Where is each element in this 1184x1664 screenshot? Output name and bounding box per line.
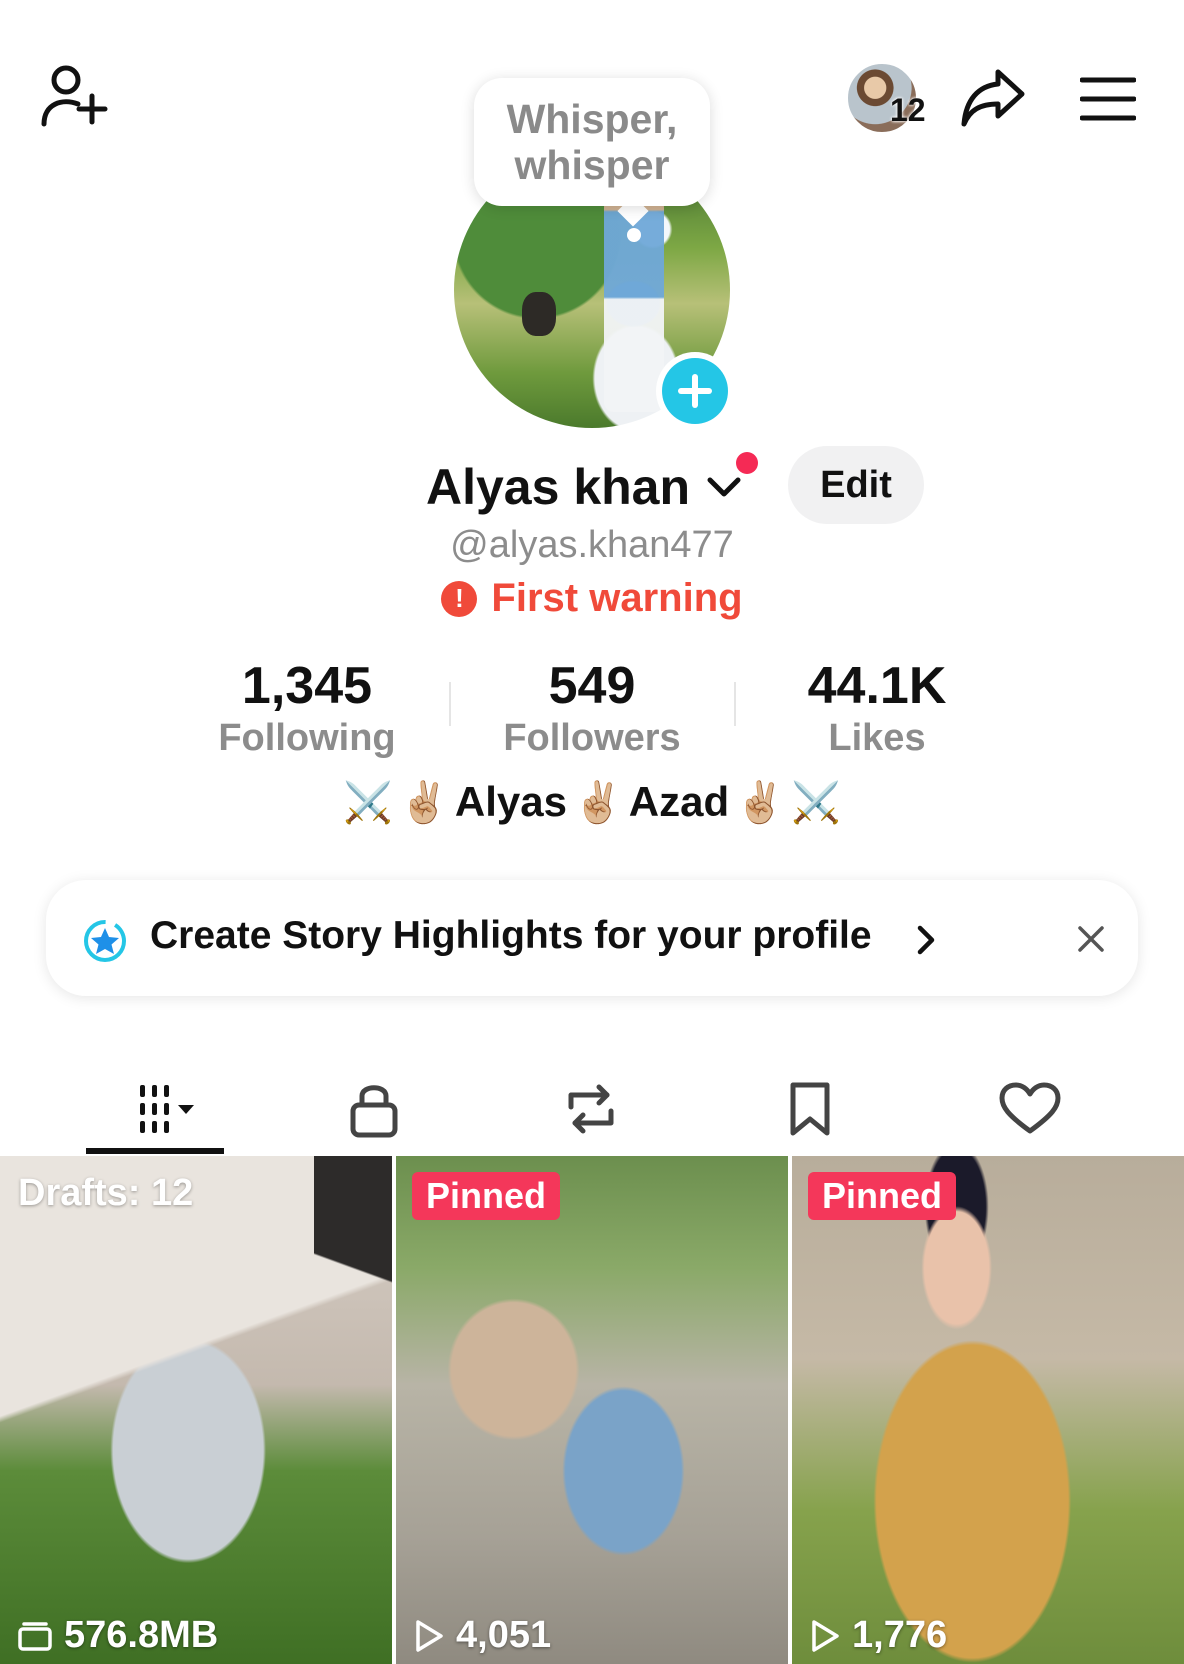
tab-videos-grid[interactable] — [86, 1064, 224, 1154]
stat-following[interactable]: 1,345 Following — [177, 658, 437, 760]
stat-divider — [734, 682, 736, 726]
plus-icon — [678, 374, 712, 408]
star-badge-icon — [82, 918, 128, 964]
tab-favorites[interactable] — [760, 1064, 860, 1154]
drafts-size: 576.8MB — [64, 1614, 219, 1656]
bio: ⚔️ ✌🏼 Alyas ✌🏼 Azad ✌🏼 ⚔️ — [0, 778, 1184, 826]
note-text: Whisper, whisper — [506, 96, 678, 188]
bio-name-1: Alyas — [454, 778, 567, 825]
repost-icon — [568, 1084, 614, 1134]
tile-footer: 576.8MB — [18, 1614, 218, 1657]
heart-icon — [999, 1082, 1061, 1134]
stat-value: 1,345 — [241, 657, 373, 715]
tab-reposts[interactable] — [541, 1064, 641, 1154]
play-icon — [812, 1619, 839, 1652]
drafts-tile[interactable]: Drafts: 12 576.8MB — [0, 1156, 392, 1664]
warning-text: First warning — [491, 576, 743, 620]
stat-label: Followers — [503, 717, 681, 759]
pinned-badge: Pinned — [808, 1172, 957, 1220]
stat-followers[interactable]: 549 Followers — [462, 658, 722, 760]
display-name[interactable]: Alyas khan — [426, 458, 690, 516]
folder-icon — [18, 1621, 52, 1651]
add-friend-icon[interactable] — [38, 64, 110, 130]
video-tile[interactable]: Pinned 4,051 — [396, 1156, 788, 1664]
warning-icon: ! — [441, 580, 478, 617]
tile-footer: 1,776 — [810, 1614, 947, 1657]
stat-value: 44.1K — [807, 657, 947, 715]
view-count: 4,051 — [456, 1614, 552, 1656]
account-warning[interactable]: ! First warning — [0, 576, 1184, 621]
banner-text[interactable]: Create Story Highlights for your profile — [150, 914, 872, 958]
tab-private[interactable] — [324, 1064, 424, 1154]
lock-icon — [350, 1085, 398, 1138]
add-story-button[interactable] — [656, 352, 734, 430]
chevron-right-icon[interactable] — [912, 922, 938, 958]
stat-divider — [449, 682, 451, 726]
tile-footer: 4,051 — [414, 1614, 551, 1657]
play-icon — [416, 1619, 443, 1652]
victory-hand-icon: ✌🏼 — [572, 779, 623, 826]
stat-value: 549 — [548, 657, 636, 715]
avatar-photo-animal — [522, 292, 556, 336]
victory-hand-icon: ✌🏼 — [735, 779, 785, 826]
pinned-badge: Pinned — [412, 1172, 561, 1220]
bubble-dot — [627, 228, 641, 242]
grid-columns-icon — [140, 1085, 194, 1133]
close-icon[interactable] — [1074, 922, 1108, 956]
crossed-swords-icon: ⚔️ — [790, 779, 841, 826]
drafts-label: Drafts: 12 — [18, 1172, 194, 1214]
edit-profile-button[interactable]: Edit — [788, 446, 924, 524]
stat-likes[interactable]: 44.1K Likes — [747, 658, 1007, 760]
crossed-swords-icon: ⚔️ — [343, 779, 394, 826]
hamburger-menu-icon[interactable] — [1080, 76, 1136, 122]
friends-activity-button[interactable]: 12 — [846, 62, 938, 134]
bookmark-icon — [790, 1082, 830, 1136]
victory-hand-icon: ✌🏼 — [399, 779, 449, 826]
notification-dot — [736, 452, 758, 474]
view-count: 1,776 — [852, 1614, 948, 1656]
stat-label: Following — [218, 717, 396, 759]
note-bubble[interactable]: Whisper, whisper — [474, 78, 710, 206]
video-tile[interactable]: Pinned 1,776 — [792, 1156, 1184, 1664]
active-tab-indicator — [86, 1148, 224, 1154]
tab-liked[interactable] — [978, 1064, 1082, 1154]
chevron-down-icon[interactable] — [704, 470, 744, 504]
bio-name-2: Azad — [628, 778, 730, 825]
username: @alyas.khan477 — [450, 524, 734, 566]
share-icon[interactable] — [958, 64, 1028, 132]
stat-label: Likes — [828, 717, 926, 759]
friends-count: 12 — [890, 92, 926, 128]
